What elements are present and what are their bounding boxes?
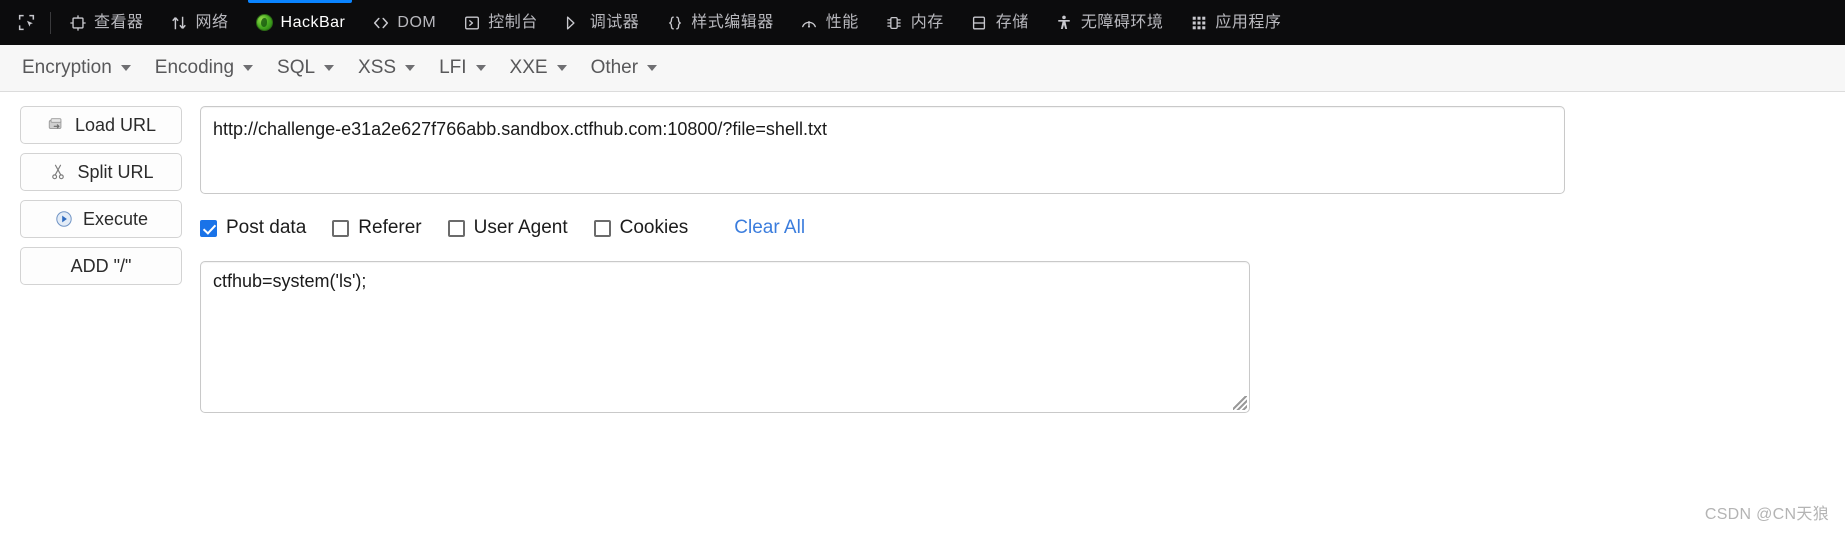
devtools-toolbar: 查看器 网络 HackBar DOM 控制台 调试器 样式编辑器 性能 内存 存… — [0, 0, 1845, 45]
hackbar-action-buttons: Load URL Split URL Execute ADD "/" — [0, 106, 182, 413]
chevron-down-icon — [556, 65, 567, 71]
chevron-down-icon — [120, 65, 131, 71]
element-picker-button[interactable] — [6, 0, 46, 45]
devtools-tab-label: 存储 — [995, 13, 1029, 31]
hackbar-main-panel: http://challenge-e31a2e627f766abb.sandbo… — [182, 106, 1845, 413]
menu-lfi[interactable]: LFI — [435, 51, 505, 85]
devtools-tab-label: 查看器 — [94, 13, 144, 31]
post-data-checkbox[interactable] — [200, 219, 217, 237]
csdn-watermark: CSDN @CN天狼 — [1704, 506, 1829, 523]
devtools-tab-dom[interactable]: DOM — [358, 0, 449, 45]
execute-button[interactable]: Execute — [20, 200, 182, 238]
element-picker-icon — [17, 13, 36, 32]
option-label: Cookies — [619, 217, 689, 238]
post-data-value: ctfhub=system('ls'); — [213, 271, 367, 291]
devtools-tab-console[interactable]: 控制台 — [449, 0, 551, 45]
devtools-tab-label: 无障碍环境 — [1080, 13, 1164, 31]
code-brackets-icon — [371, 13, 390, 32]
option-label: Referer — [358, 217, 422, 238]
menu-label: Encoding — [154, 57, 235, 78]
devtools-tab-label: 控制台 — [488, 13, 538, 31]
devtools-tab-label: 内存 — [910, 13, 944, 31]
option-post-data[interactable]: Post data — [200, 217, 306, 239]
add-slash-button[interactable]: ADD "/" — [20, 247, 182, 285]
play-icon — [54, 209, 74, 229]
devtools-tab-debugger[interactable]: 调试器 — [551, 0, 653, 45]
devtools-tab-label: DOM — [397, 13, 437, 31]
load-url-button[interactable]: Load URL — [20, 106, 182, 144]
option-label: Post data — [226, 217, 307, 238]
hackbar-menubar: Encryption Encoding SQL XSS LFI XXE Othe… — [0, 45, 1845, 92]
toolbar-separator — [50, 11, 51, 34]
devtools-tab-label: 调试器 — [589, 13, 640, 31]
option-cookies[interactable]: Cookies — [593, 217, 689, 239]
devtools-tab-network[interactable]: 网络 — [157, 0, 242, 45]
devtools-tab-accessibility[interactable]: 无障碍环境 — [1042, 0, 1177, 45]
user-agent-checkbox[interactable] — [447, 219, 465, 237]
devtools-tab-label: 样式编辑器 — [691, 13, 774, 31]
menu-sql[interactable]: SQL — [273, 51, 354, 85]
devtools-tab-performance[interactable]: 性能 — [787, 0, 872, 45]
console-icon — [462, 13, 481, 32]
chevron-down-icon — [243, 65, 254, 71]
button-label: Load URL — [74, 114, 157, 135]
curly-braces-icon — [665, 13, 684, 32]
referer-checkbox[interactable] — [332, 219, 350, 237]
menu-encoding[interactable]: Encoding — [151, 51, 273, 85]
post-data-textarea[interactable]: ctfhub=system('ls'); — [200, 261, 1250, 413]
inspector-icon — [68, 13, 87, 32]
menu-label: XSS — [358, 57, 397, 78]
hackbar-body: Load URL Split URL Execute ADD "/" http:… — [0, 92, 1845, 413]
devtools-tab-storage[interactable]: 存储 — [957, 0, 1042, 45]
chevron-down-icon — [324, 65, 335, 71]
memory-chip-icon — [885, 13, 904, 32]
storage-icon — [970, 13, 989, 32]
gauge-icon — [800, 13, 819, 32]
menu-xxe[interactable]: XXE — [506, 51, 587, 85]
request-options-row: Post data Referer User Agent Cookies Cle… — [200, 217, 1845, 239]
menu-encryption[interactable]: Encryption — [18, 51, 151, 85]
clear-all-link[interactable]: Clear All — [734, 217, 805, 239]
menu-label: Other — [590, 57, 639, 78]
textarea-resize-handle[interactable] — [1233, 396, 1247, 410]
firefox-logo-icon — [255, 13, 274, 32]
option-label: User Agent — [473, 217, 568, 238]
menu-other[interactable]: Other — [587, 51, 678, 85]
chevron-down-icon — [475, 65, 486, 71]
cookies-checkbox[interactable] — [593, 219, 611, 237]
menu-xss[interactable]: XSS — [354, 51, 435, 85]
option-user-agent[interactable]: User Agent — [447, 217, 568, 239]
menu-label: LFI — [439, 57, 467, 78]
button-label: Execute — [82, 208, 149, 229]
devtools-tab-label: 网络 — [195, 13, 229, 31]
devtools-tab-label: 性能 — [825, 13, 859, 31]
load-url-icon — [46, 115, 66, 135]
devtools-tab-application[interactable]: 应用程序 — [1176, 0, 1294, 45]
chevron-down-icon — [647, 65, 658, 71]
devtools-tab-memory[interactable]: 内存 — [872, 0, 957, 45]
option-referer[interactable]: Referer — [332, 217, 422, 239]
accessibility-icon — [1055, 13, 1074, 32]
menu-label: Encryption — [22, 57, 112, 78]
url-input[interactable]: http://challenge-e31a2e627f766abb.sandbo… — [200, 106, 1565, 194]
menu-label: SQL — [277, 57, 316, 78]
debugger-icon — [564, 13, 583, 32]
scissors-icon — [48, 162, 68, 182]
split-url-button[interactable]: Split URL — [20, 153, 182, 191]
devtools-tab-label: 应用程序 — [1215, 13, 1282, 31]
button-label: Split URL — [77, 161, 154, 182]
app-grid-icon — [1189, 13, 1208, 32]
devtools-tab-label: HackBar — [280, 13, 346, 31]
network-icon — [170, 13, 189, 32]
chevron-down-icon — [405, 65, 416, 71]
devtools-tab-hackbar[interactable]: HackBar — [242, 0, 359, 45]
devtools-tab-inspector[interactable]: 查看器 — [55, 0, 157, 45]
button-label: ADD "/" — [70, 255, 132, 276]
menu-label: XXE — [509, 57, 548, 78]
devtools-tab-style-editor[interactable]: 样式编辑器 — [652, 0, 787, 45]
